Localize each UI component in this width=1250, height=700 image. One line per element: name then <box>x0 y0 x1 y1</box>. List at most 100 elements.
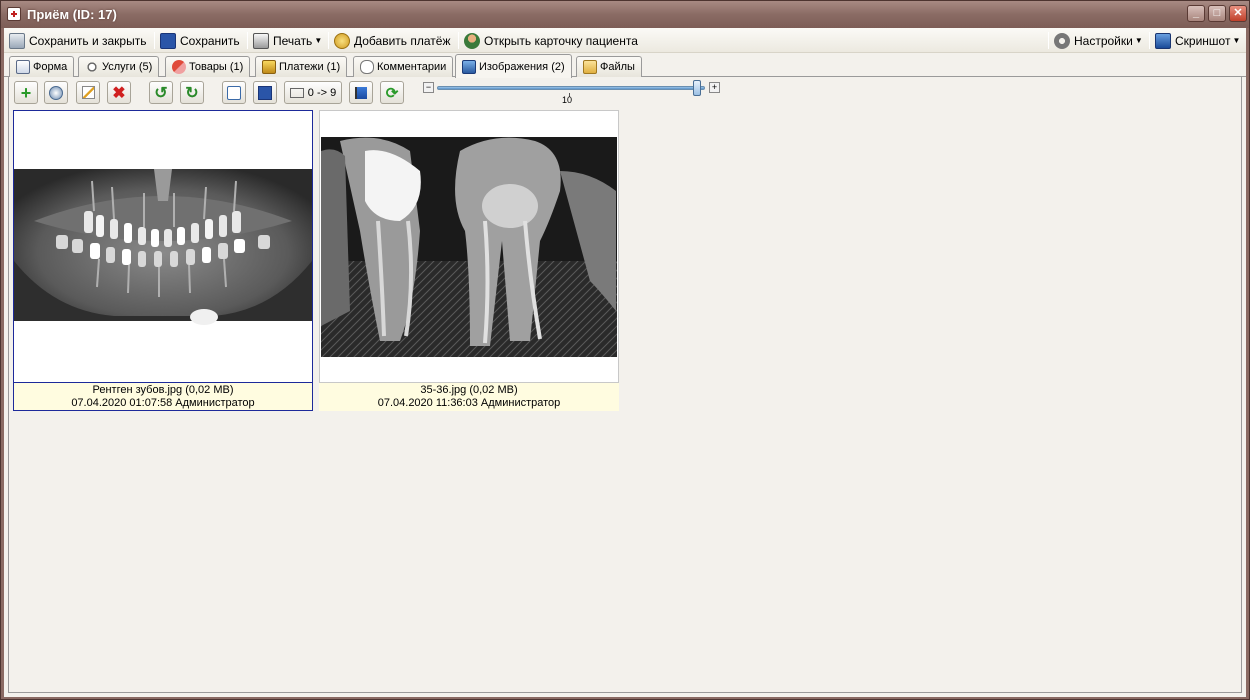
tab-files[interactable]: Файлы <box>576 56 642 77</box>
zoom-in-button[interactable]: + <box>709 82 720 93</box>
rotate-right-icon: ↻ <box>185 84 199 102</box>
image-meta: 07.04.2020 11:36:03 Администратор <box>377 397 561 409</box>
tab-label: Форма <box>33 61 68 73</box>
save-close-button[interactable]: Сохранить и закрыть <box>9 31 146 50</box>
client-area: Сохранить и закрыть Сохранить Печать ▼ Д… <box>4 28 1246 697</box>
tab-label: Услуги (5) <box>102 61 153 73</box>
save-label: Сохранить <box>180 33 240 48</box>
printer-icon <box>253 32 269 49</box>
tab-comments[interactable]: Комментарии <box>353 56 454 77</box>
open-card-button[interactable]: Открыть карточку пациента <box>464 31 638 50</box>
delete-button[interactable]: ✖ <box>107 81 131 104</box>
save-button[interactable]: Сохранить <box>160 31 240 50</box>
tab-payments[interactable]: Платежи (1) <box>255 56 348 77</box>
zoom-thumb[interactable] <box>692 80 701 96</box>
image-filename: 35-36.jpg (0,02 MB) <box>420 384 518 396</box>
tab-label: Комментарии <box>377 61 447 73</box>
scanner-icon <box>49 85 63 100</box>
flag-icon <box>355 86 367 99</box>
pill-icon <box>172 60 186 74</box>
sequence-label: 0 -> 9 <box>307 86 337 99</box>
main-toolbar: Сохранить и закрыть Сохранить Печать ▼ Д… <box>4 28 1246 53</box>
coins-icon <box>262 60 276 74</box>
image-toolbar: + ✖ ↺ ↻ 0 -> 9 ⟳ − 10 + <box>9 77 1241 107</box>
chevron-down-icon: ▼ <box>314 36 323 45</box>
main-window: Приём (ID: 17) _ □ ✕ Сохранить и закрыть… <box>0 0 1250 700</box>
tab-label: Изображения (2) <box>479 60 565 73</box>
coins-add-icon <box>334 32 350 49</box>
refresh-icon: ⟳ <box>385 84 399 102</box>
image-caption: Рентген зубов.jpg (0,02 MB) 07.04.2020 0… <box>13 383 313 411</box>
rotate-left-button[interactable]: ↺ <box>149 81 173 104</box>
zoom-track[interactable] <box>437 86 705 90</box>
settings-label: Настройки <box>1074 33 1133 48</box>
floppy-icon <box>160 32 176 49</box>
tab-form[interactable]: Форма <box>9 56 75 77</box>
flag-button[interactable] <box>349 81 373 104</box>
print-label: Печать <box>273 33 313 48</box>
refresh-button[interactable]: ⟳ <box>380 81 404 104</box>
rotate-left-icon: ↺ <box>154 84 168 102</box>
panoramic-xray-image <box>14 169 312 325</box>
add-payment-label: Добавить платёж <box>354 33 451 48</box>
view-button[interactable] <box>222 81 246 104</box>
screenshot-button[interactable]: Скриншот ▼ <box>1155 31 1240 50</box>
screenshot-label: Скриншот <box>1175 33 1231 48</box>
add-payment-button[interactable]: Добавить платёж <box>334 31 450 50</box>
tab-images[interactable]: Изображения (2) <box>455 54 572 78</box>
form-icon <box>16 60 30 74</box>
tab-services[interactable]: Услуги (5) <box>78 56 160 77</box>
toolbar-separator <box>458 32 459 49</box>
images-panel: + ✖ ↺ ↻ 0 -> 9 ⟳ − 10 + Рентген зубов.jp… <box>8 77 1242 693</box>
toolbar-separator <box>328 32 329 49</box>
save-image-button[interactable] <box>253 81 277 104</box>
floppy-icon <box>258 85 272 100</box>
tab-label: Файлы <box>600 61 635 73</box>
tab-label: Товары (1) <box>189 61 244 73</box>
renumber-button[interactable]: 0 -> 9 <box>284 81 342 104</box>
image-filename: Рентген зубов.jpg (0,02 MB) <box>92 384 234 396</box>
sequence-icon <box>289 87 304 98</box>
periapical-xray-image <box>321 137 617 357</box>
zoom-view-icon <box>227 85 241 100</box>
print-button[interactable]: Печать ▼ <box>253 31 322 50</box>
image-meta: 07.04.2020 01:07:58 Администратор <box>71 397 255 409</box>
minimize-button[interactable]: _ <box>1187 5 1205 22</box>
chevron-down-icon: ▼ <box>1134 36 1143 45</box>
zoom-value: 10 <box>562 95 573 105</box>
image-card[interactable]: Рентген зубов.jpg (0,02 MB) 07.04.2020 0… <box>13 110 313 411</box>
maximize-button[interactable]: □ <box>1208 5 1226 22</box>
tab-goods[interactable]: Товары (1) <box>165 56 251 77</box>
tab-label: Платежи (1) <box>279 61 341 73</box>
edit-button[interactable] <box>76 81 100 104</box>
title-bar[interactable]: Приём (ID: 17) _ □ ✕ <box>1 1 1249 28</box>
image-frame <box>13 110 313 383</box>
patient-icon <box>464 32 480 49</box>
rotate-right-button[interactable]: ↻ <box>180 81 204 104</box>
toolbar-separator <box>154 32 155 49</box>
pencil-icon <box>81 86 95 99</box>
save-close-icon <box>9 32 25 49</box>
image-card[interactable]: 35-36.jpg (0,02 MB) 07.04.2020 11:36:03 … <box>319 110 619 411</box>
add-image-button[interactable]: + <box>14 81 38 104</box>
settings-button[interactable]: Настройки ▼ <box>1054 31 1143 50</box>
gear-icon <box>1054 32 1070 49</box>
tab-strip: Форма Услуги (5) Товары (1) Платежи (1) … <box>4 53 1246 78</box>
toolbar-separator <box>247 32 248 49</box>
zoom-out-button[interactable]: − <box>423 82 434 93</box>
chevron-down-icon: ▼ <box>1232 36 1241 45</box>
save-close-label: Сохранить и закрыть <box>29 33 147 48</box>
toolbar-separator <box>1149 32 1150 49</box>
close-button[interactable]: ✕ <box>1229 5 1247 22</box>
delete-icon: ✖ <box>112 84 126 102</box>
zoom-slider[interactable]: − 10 + <box>421 80 721 106</box>
window-title: Приём (ID: 17) <box>27 7 117 22</box>
app-icon <box>7 7 21 21</box>
image-icon <box>462 59 476 74</box>
toolbar-separator <box>1048 32 1049 49</box>
scan-button[interactable] <box>44 81 68 104</box>
comment-icon <box>360 60 374 74</box>
open-card-label: Открыть карточку пациента <box>484 33 638 48</box>
image-caption: 35-36.jpg (0,02 MB) 07.04.2020 11:36:03 … <box>319 383 619 411</box>
folder-icon <box>583 60 597 74</box>
